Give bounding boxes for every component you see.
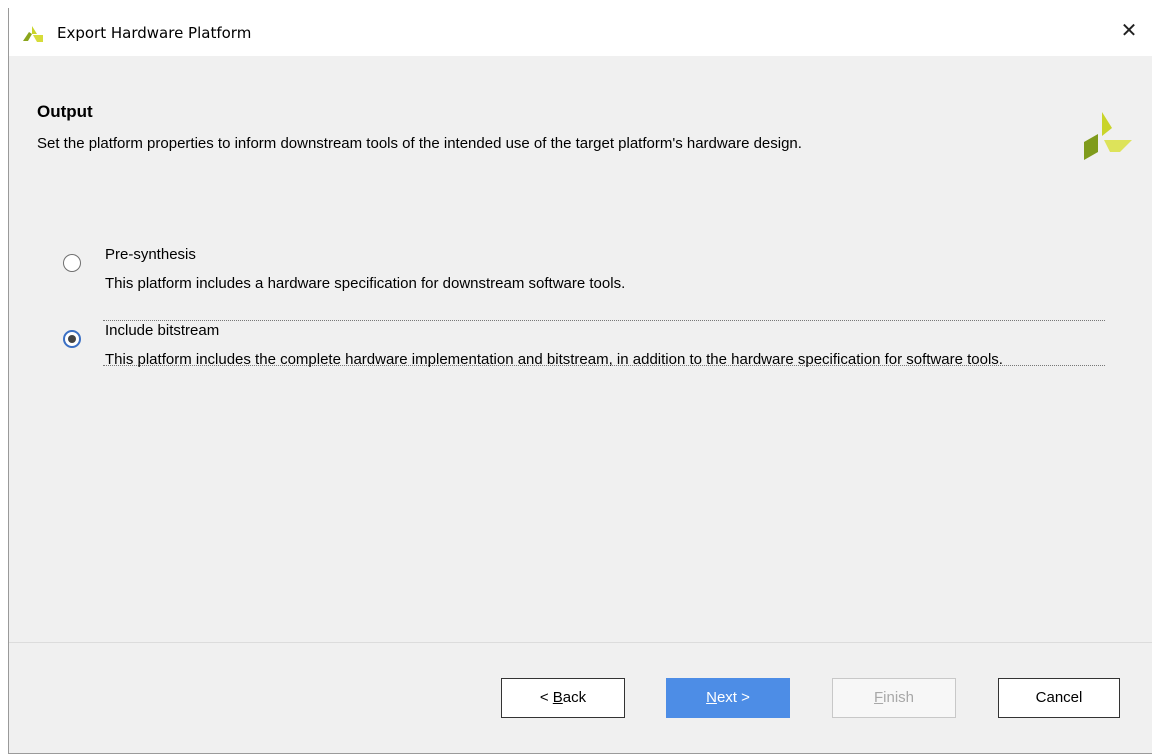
back-button[interactable]: < Back xyxy=(501,678,625,718)
radio-include-bitstream[interactable] xyxy=(63,330,81,348)
title-bar: Export Hardware Platform ✕ xyxy=(9,8,1152,56)
close-icon: ✕ xyxy=(1120,20,1138,42)
page-description: Set the platform properties to inform do… xyxy=(37,135,802,152)
option-description-pre-synthesis: This platform includes a hardware specif… xyxy=(105,275,626,292)
window-title: Export Hardware Platform xyxy=(57,24,252,42)
close-button[interactable]: ✕ xyxy=(1118,20,1140,42)
next-button-label-rest: ext > xyxy=(716,689,750,706)
next-button-mnemonic: N xyxy=(706,689,717,706)
button-bar-divider xyxy=(9,642,1152,643)
cancel-button[interactable]: Cancel xyxy=(998,678,1120,718)
xilinx-logo-icon xyxy=(23,26,43,42)
page-header: Output Set the platform properties to in… xyxy=(9,56,1152,196)
radio-pre-synthesis[interactable] xyxy=(63,254,81,272)
finish-button-mnemonic: F xyxy=(873,689,884,706)
cancel-button-label: Cancel xyxy=(1035,689,1083,706)
next-button[interactable]: Next > xyxy=(666,678,790,718)
back-button-label-rest: ack xyxy=(562,689,587,706)
xilinx-logo-icon xyxy=(1084,112,1132,160)
export-hardware-platform-dialog: Export Hardware Platform ✕ Output Set th… xyxy=(8,8,1152,754)
option-label-include-bitstream[interactable]: Include bitstream xyxy=(105,322,219,339)
option-label-pre-synthesis[interactable]: Pre-synthesis xyxy=(105,246,196,263)
back-button-mnemonic: B xyxy=(552,689,563,706)
page-title: Output xyxy=(37,102,93,121)
finish-button[interactable]: Finish xyxy=(832,678,956,718)
back-button-prefix: < xyxy=(539,689,553,706)
option-description-include-bitstream: This platform includes the complete hard… xyxy=(105,351,1003,368)
finish-button-label-rest: inish xyxy=(883,689,915,706)
